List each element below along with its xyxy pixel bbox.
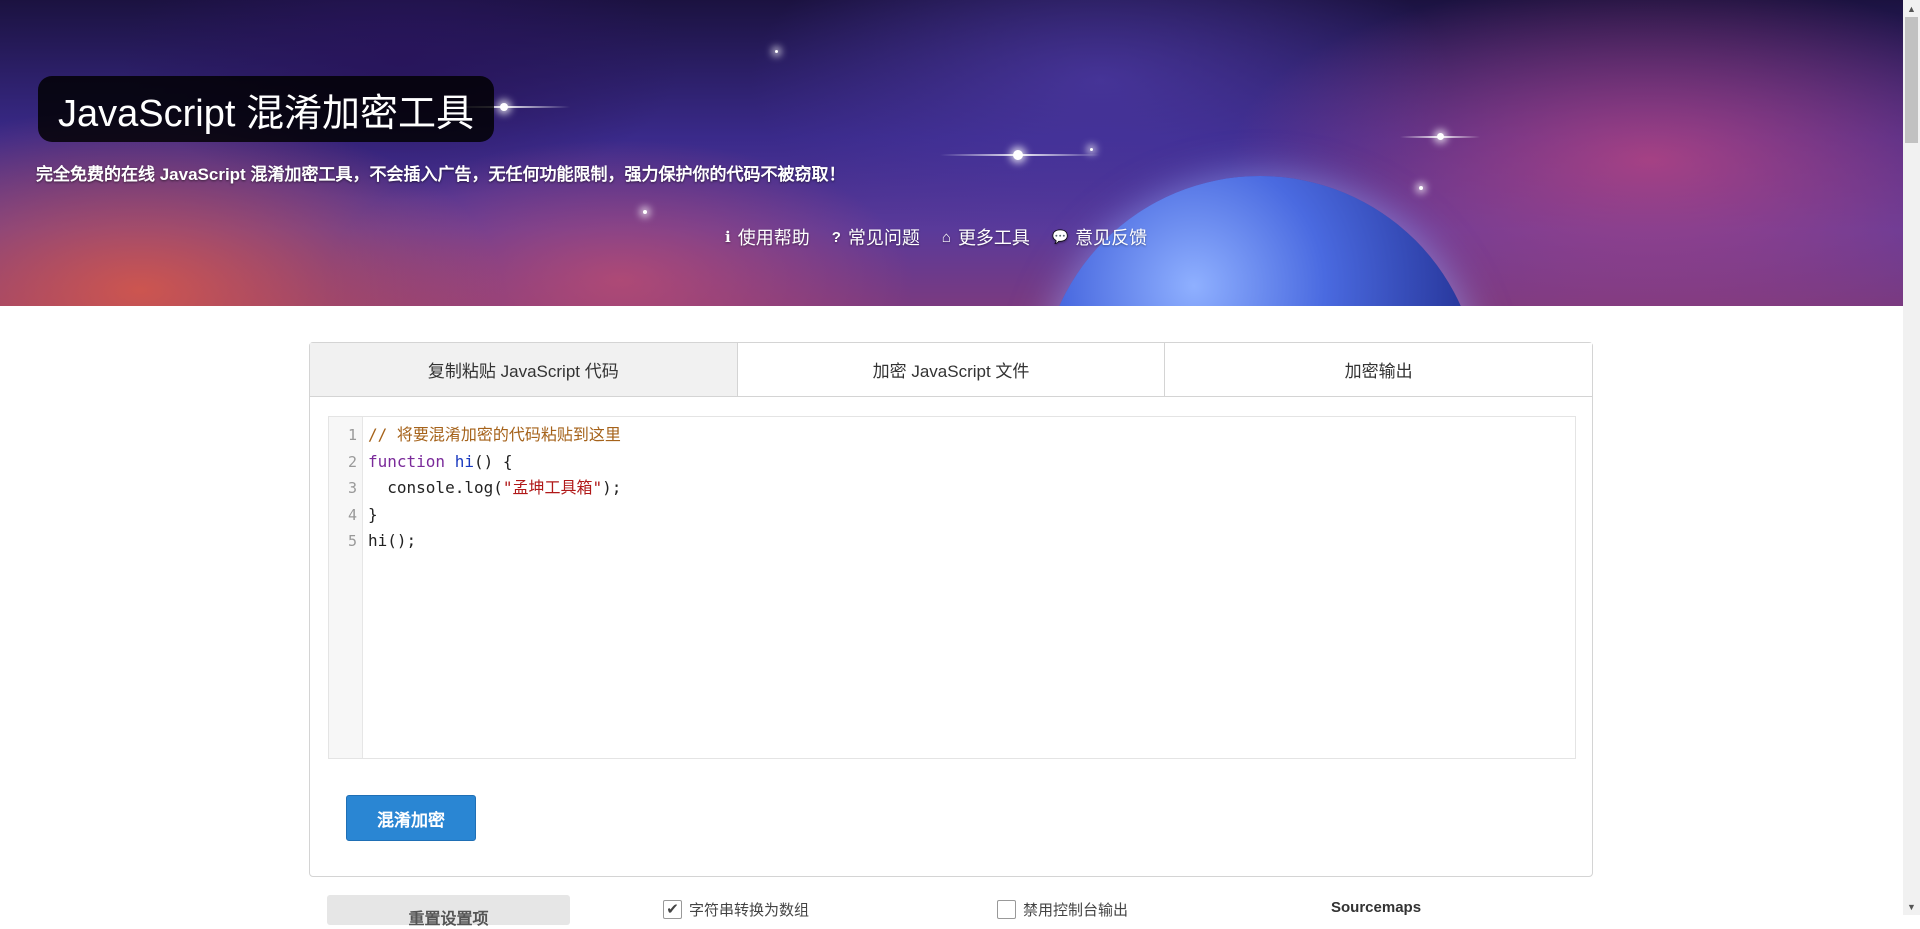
line-number-gutter: 1 2 3 4 5: [329, 417, 363, 758]
nav-feedback-link[interactable]: 💬 意见反馈: [1052, 224, 1147, 250]
main-panel: 复制粘贴 JavaScript 代码 加密 JavaScript 文件 加密输出…: [309, 342, 1593, 877]
line-number: 1: [347, 426, 357, 444]
code-token: );: [602, 478, 622, 497]
code-line[interactable]: }: [368, 502, 621, 529]
code-line[interactable]: hi();: [368, 528, 621, 555]
hero-nav: ℹ 使用帮助 ? 常见问题 ⌂ 更多工具 💬 意见反馈: [725, 224, 1147, 250]
line-number: 2: [347, 452, 357, 471]
line-number: 3: [347, 479, 357, 497]
tab-encrypt-file[interactable]: 加密 JavaScript 文件: [737, 343, 1166, 396]
hero-banner: JavaScript 混淆加密工具 完全免费的在线 JavaScript 混淆加…: [0, 0, 1903, 306]
code-token: hi();: [368, 531, 417, 550]
star-decoration: [940, 154, 1100, 156]
nav-label: 更多工具: [957, 228, 1030, 248]
line-number: 5: [347, 532, 357, 550]
nav-more-tools-link[interactable]: ⌂ 更多工具: [942, 224, 1030, 250]
nav-label: 使用帮助: [737, 228, 810, 248]
sourcemaps-label: Sourcemaps: [1331, 899, 1422, 916]
tab-paste-code[interactable]: 复制粘贴 JavaScript 代码: [310, 343, 738, 396]
code-token: console.log(: [368, 478, 503, 497]
star-decoration: [1400, 136, 1480, 138]
obfuscate-button[interactable]: 混淆加密: [346, 795, 476, 841]
nav-label: 意见反馈: [1075, 228, 1148, 248]
tab-bar: 复制粘贴 JavaScript 代码 加密 JavaScript 文件 加密输出: [310, 343, 1593, 397]
question-icon: ?: [831, 228, 841, 246]
code-token: () {: [473, 451, 513, 471]
scroll-up-arrow-icon[interactable]: ▲: [1903, 0, 1920, 17]
code-token: // 将要混淆加密的代码粘贴到这里: [368, 425, 621, 444]
code-token: hi: [454, 451, 474, 471]
scrollbar-thumb[interactable]: [1905, 17, 1918, 143]
code-token: }: [368, 504, 378, 524]
code-token: function: [368, 451, 446, 471]
nav-help-link[interactable]: ℹ 使用帮助: [725, 224, 810, 250]
page-title: JavaScript 混淆加密工具: [58, 92, 474, 135]
code-token: "孟坤工具箱": [502, 478, 603, 497]
title-badge: JavaScript 混淆加密工具: [38, 76, 494, 142]
option-string-array[interactable]: ✔ 字符串转换为数组: [663, 899, 809, 920]
code-editor[interactable]: 1 2 3 4 5 // 将要混淆加密的代码粘贴到这里 function hi()…: [328, 416, 1576, 759]
line-number: 4: [347, 505, 357, 524]
option-label: 字符串转换为数组: [689, 902, 810, 919]
home-icon: ⌂: [941, 228, 951, 246]
nav-label: 常见问题: [847, 228, 920, 248]
checkbox-unchecked-icon[interactable]: [997, 900, 1016, 919]
code-content[interactable]: // 将要混淆加密的代码粘贴到这里 function hi() { console…: [363, 417, 621, 758]
code-line[interactable]: function hi() {: [368, 449, 621, 476]
page-scrollbar[interactable]: ▲ ▼: [1903, 0, 1920, 915]
page-subtitle: 完全免费的在线 JavaScript 混淆加密工具，不会插入广告，无任何功能限制…: [36, 165, 846, 184]
checkbox-checked-icon[interactable]: ✔: [663, 900, 682, 919]
nav-faq-link[interactable]: ? 常见问题: [832, 224, 920, 250]
info-icon: ℹ: [725, 229, 731, 246]
star-decoration: [1090, 148, 1093, 151]
star-decoration: [775, 50, 778, 53]
tab-output[interactable]: 加密输出: [1165, 343, 1593, 396]
code-line[interactable]: // 将要混淆加密的代码粘贴到这里: [368, 422, 621, 449]
comments-icon: 💬: [1051, 229, 1069, 244]
option-disable-console[interactable]: 禁用控制台输出: [997, 899, 1128, 920]
star-decoration: [1419, 186, 1423, 190]
code-line[interactable]: console.log("孟坤工具箱");: [368, 475, 621, 502]
reset-settings-button[interactable]: 重置设置项: [327, 895, 570, 928]
star-decoration: [643, 210, 647, 214]
option-label: 禁用控制台输出: [1023, 902, 1129, 919]
scroll-down-arrow-icon[interactable]: ▼: [1903, 898, 1920, 915]
